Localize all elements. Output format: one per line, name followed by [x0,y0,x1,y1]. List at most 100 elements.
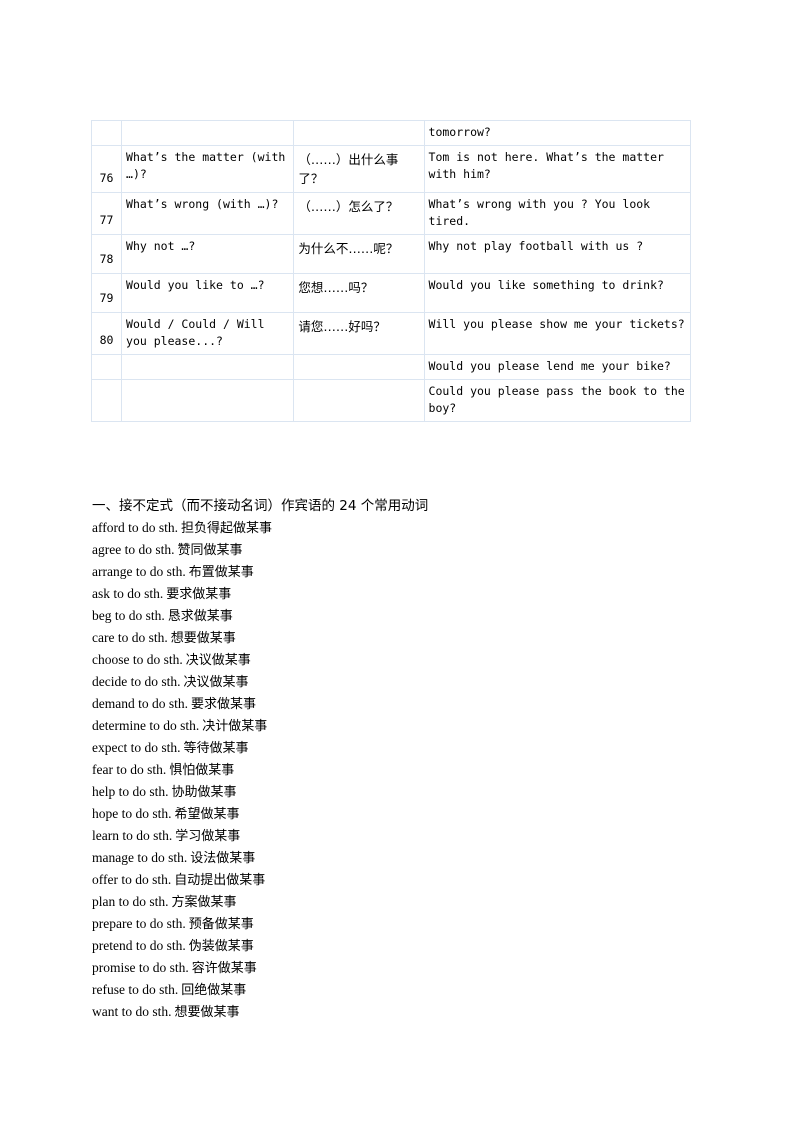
pattern-example: Could you please pass the book to the bo… [423,379,692,422]
row-number: 76 [90,145,123,193]
pattern-example: Would you like something to drink? [423,273,692,313]
verb-list-section: 一、接不定式（而不接动名词）作宾语的 24 个常用动词 afford to do… [92,496,712,1023]
verb-chinese: 方案做某事 [171,895,237,910]
verb-chinese: 自动提出做某事 [174,873,266,888]
verb-chinese: 决议做某事 [185,653,251,668]
verb-chinese: 想要做某事 [174,1005,240,1020]
list-item: promise to do sth. 容许做某事 [92,957,712,979]
verb-chinese: 决计做某事 [202,719,268,734]
verb-english: beg to do sth. [92,608,165,623]
pattern-chinese: （……）怎么了？ [293,192,425,235]
row-number: 78 [90,234,123,274]
pattern-english [121,120,295,146]
verb-chinese: 想要做某事 [170,631,236,646]
verb-english: plan to do sth. [92,894,169,909]
verb-english: help to do sth. [92,784,169,799]
verb-english: afford to do sth. [92,520,178,535]
list-item: demand to do sth. 要求做某事 [92,693,712,715]
verb-chinese: 要求做某事 [191,697,257,712]
row-number: 77 [90,192,123,235]
table-row: 79 Would you like to …? 您想……吗？ Would you… [90,273,692,313]
list-item: choose to do sth. 决议做某事 [92,649,712,671]
pattern-english: Would / Could / Will you please...? [121,312,295,355]
verb-english: fear to do sth. [92,762,167,777]
verb-chinese: 协助做某事 [171,785,237,800]
pattern-example: Tom is not here. What’s the matter with … [423,145,692,193]
verb-english: decide to do sth. [92,674,181,689]
table-row: Would you please lend me your bike? [90,354,692,380]
row-number [90,354,123,380]
pattern-english: Why not …? [121,234,295,274]
verb-english: expect to do sth. [92,740,181,755]
row-number: 80 [90,312,123,355]
row-number [90,120,123,146]
table-row: 80 Would / Could / Will you please...? 请… [90,312,692,355]
verb-english: promise to do sth. [92,960,189,975]
pattern-example: What’s wrong with you ? You look tired. [423,192,692,235]
verb-chinese: 等待做某事 [183,741,249,756]
verb-chinese: 惧怕做某事 [169,763,235,778]
table-row: Could you please pass the book to the bo… [90,379,692,422]
common-sentence-patterns-table: tomorrow? 76 What’s the matter (with …)?… [90,120,692,422]
document-page: tomorrow? 76 What’s the matter (with …)?… [0,0,794,1123]
row-number [90,379,123,422]
verb-chinese: 回绝做某事 [181,983,247,998]
verb-chinese: 希望做某事 [174,807,240,822]
list-item: help to do sth. 协助做某事 [92,781,712,803]
pattern-english [121,379,295,422]
pattern-english [121,354,295,380]
verb-english: prepare to do sth. [92,916,186,931]
verb-english: determine to do sth. [92,718,200,733]
pattern-chinese: （……）出什么事了？ [293,145,425,193]
list-item: expect to do sth. 等待做某事 [92,737,712,759]
list-item: determine to do sth. 决计做某事 [92,715,712,737]
list-item: plan to do sth. 方案做某事 [92,891,712,913]
list-item: learn to do sth. 学习做某事 [92,825,712,847]
verb-english: want to do sth. [92,1004,172,1019]
list-item: manage to do sth. 设法做某事 [92,847,712,869]
pattern-example: tomorrow? [423,120,692,146]
verb-english: learn to do sth. [92,828,173,843]
pattern-chinese: 您想……吗？ [293,273,425,313]
verb-english: care to do sth. [92,630,168,645]
verb-english: ask to do sth. [92,586,164,601]
table-body: tomorrow? 76 What’s the matter (with …)?… [90,120,692,422]
verb-chinese: 伪装做某事 [188,939,254,954]
pattern-example: Would you please lend me your bike? [423,354,692,380]
list-item: want to do sth. 想要做某事 [92,1001,712,1023]
pattern-chinese [293,354,425,380]
verb-chinese: 恳求做某事 [167,609,233,624]
pattern-chinese [293,120,425,146]
row-number: 79 [90,273,123,313]
verb-english: manage to do sth. [92,850,188,865]
pattern-chinese [293,379,425,422]
verb-english: offer to do sth. [92,872,172,887]
list-item: refuse to do sth. 回绝做某事 [92,979,712,1001]
verb-chinese: 容许做某事 [191,961,257,976]
list-item: afford to do sth. 担负得起做某事 [92,517,712,539]
verb-english: choose to do sth. [92,652,183,667]
pattern-english: What’s the matter (with …)? [121,145,295,193]
pattern-english: Would you like to …? [121,273,295,313]
verb-chinese: 决议做某事 [183,675,249,690]
verb-chinese: 设法做某事 [190,851,256,866]
list-item: fear to do sth. 惧怕做某事 [92,759,712,781]
section-heading: 一、接不定式（而不接动名词）作宾语的 24 个常用动词 [92,498,429,514]
verb-chinese: 布置做某事 [188,565,254,580]
verb-english: agree to do sth. [92,542,175,557]
verb-english: arrange to do sth. [92,564,186,579]
verb-chinese: 预备做某事 [188,917,254,932]
table-row: 77 What’s wrong (with …)? （……）怎么了？ What’… [90,192,692,235]
list-item: decide to do sth. 决议做某事 [92,671,712,693]
list-item: arrange to do sth. 布置做某事 [92,561,712,583]
list-item: beg to do sth. 恳求做某事 [92,605,712,627]
verb-chinese: 要求做某事 [166,587,232,602]
pattern-chinese: 请您……好吗？ [293,312,425,355]
table-row: 78 Why not …? 为什么不……呢？ Why not play foot… [90,234,692,274]
list-item: care to do sth. 想要做某事 [92,627,712,649]
verb-chinese: 赞同做某事 [177,543,243,558]
list-item: ask to do sth. 要求做某事 [92,583,712,605]
list-item: prepare to do sth. 预备做某事 [92,913,712,935]
table-row: 76 What’s the matter (with …)? （……）出什么事了… [90,145,692,193]
list-item: agree to do sth. 赞同做某事 [92,539,712,561]
